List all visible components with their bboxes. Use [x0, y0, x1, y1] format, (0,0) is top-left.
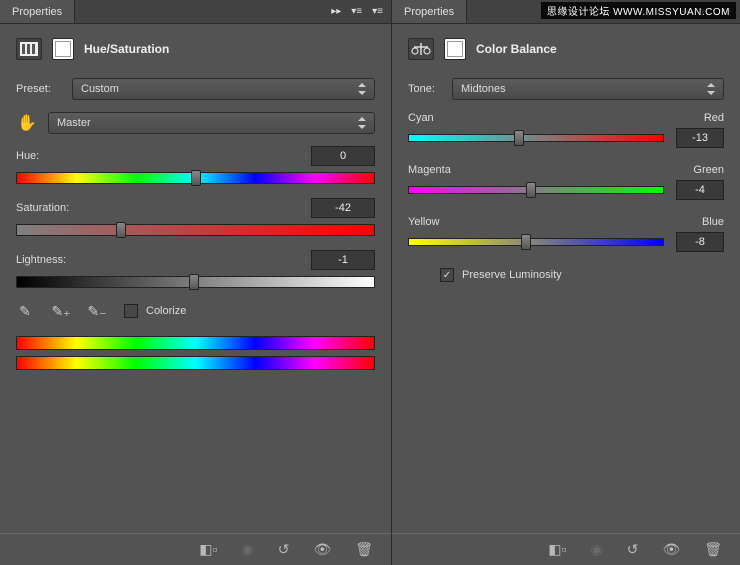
panel-title: Hue/Saturation	[84, 42, 169, 56]
cyan-red-value-input[interactable]: -13	[676, 128, 724, 148]
panel-menu-icon[interactable]: ▾≡	[372, 6, 383, 17]
panel-footer: ◧▫ ◉ ↺ 👁 🗑	[392, 533, 740, 565]
panel-title-row: Hue/Saturation	[0, 24, 391, 70]
eyedropper-add-icon[interactable]: ✎₊	[52, 302, 70, 320]
panel-title: Color Balance	[476, 42, 557, 56]
view-previous-icon: ◉	[241, 541, 253, 558]
lightness-slider-thumb[interactable]	[189, 274, 199, 290]
reset-icon[interactable]: ↺	[627, 541, 639, 558]
trash-icon[interactable]: 🗑	[704, 541, 722, 558]
preserve-luminosity-checkbox[interactable]: ✓ Preserve Luminosity	[440, 268, 724, 282]
stack-icon[interactable]: ▾≡	[351, 6, 362, 17]
magenta-label: Magenta	[408, 164, 451, 176]
tone-value: Midtones	[461, 83, 506, 95]
saturation-slider[interactable]	[16, 224, 375, 236]
tab-bar: Properties ▸▸ ▾≡ ▾≡	[0, 0, 391, 24]
hue-value-input[interactable]: 0	[311, 146, 375, 166]
yellow-blue-value-input[interactable]: -8	[676, 232, 724, 252]
clip-to-layer-icon[interactable]: ◧▫	[548, 541, 566, 558]
eyedropper-subtract-icon[interactable]: ✎₋	[88, 302, 106, 320]
panel-body: Tone: Midtones Cyan Red -13 Magenta Gree…	[392, 70, 740, 565]
preserve-luminosity-box: ✓	[440, 268, 454, 282]
view-previous-icon: ◉	[590, 541, 602, 558]
targeted-adjustment-icon[interactable]: ✋	[16, 112, 38, 134]
colorize-checkbox-box	[124, 304, 138, 318]
preserve-luminosity-label: Preserve Luminosity	[462, 269, 562, 281]
hue-slider-block: Hue: 0	[16, 146, 375, 184]
layer-mask-icon[interactable]	[444, 38, 466, 60]
hue-slider[interactable]	[16, 172, 375, 184]
eyedropper-row: ✎ ✎₊ ✎₋ Colorize	[16, 302, 375, 320]
cyan-label: Cyan	[408, 112, 434, 124]
magenta-green-slider[interactable]	[408, 186, 664, 194]
preset-label: Preset:	[16, 83, 72, 95]
saturation-slider-block: Saturation: -42	[16, 198, 375, 236]
cyan-red-slider[interactable]	[408, 134, 664, 142]
saturation-slider-thumb[interactable]	[116, 222, 126, 238]
color-balance-panel: 思缘设计论坛 WWW.MISSYUAN.COM Properties ▸▸ ▾≡…	[392, 0, 740, 565]
hue-saturation-panel: Properties ▸▸ ▾≡ ▾≡ Hue/Saturation Prese…	[0, 0, 392, 565]
channel-dropdown[interactable]: Master	[48, 112, 375, 134]
yellow-blue-row: Yellow Blue -8	[408, 216, 724, 252]
yellow-label: Yellow	[408, 216, 439, 228]
panel-footer: ◧▫ ◉ ↺ 👁 🗑	[0, 533, 391, 565]
hue-slider-thumb[interactable]	[191, 170, 201, 186]
magenta-green-row: Magenta Green -4	[408, 164, 724, 200]
preset-dropdown[interactable]: Custom	[72, 78, 375, 100]
watermark: 思缘设计论坛 WWW.MISSYUAN.COM	[541, 2, 736, 19]
lightness-slider-block: Lightness: -1	[16, 250, 375, 288]
clip-to-layer-icon[interactable]: ◧▫	[199, 541, 217, 558]
eyedropper-icon[interactable]: ✎	[16, 302, 34, 320]
tone-row: Tone: Midtones	[408, 78, 724, 100]
saturation-label: Saturation:	[16, 202, 69, 214]
magenta-green-value-input[interactable]: -4	[676, 180, 724, 200]
tone-dropdown[interactable]: Midtones	[452, 78, 724, 100]
magenta-green-thumb[interactable]	[526, 182, 536, 198]
blue-label: Blue	[702, 216, 724, 228]
green-label: Green	[693, 164, 724, 176]
hue-saturation-icon	[16, 38, 42, 60]
spectrum-top	[16, 336, 375, 350]
lightness-slider[interactable]	[16, 276, 375, 288]
visibility-icon[interactable]: 👁	[313, 541, 331, 558]
red-label: Red	[704, 112, 724, 124]
layer-mask-icon[interactable]	[52, 38, 74, 60]
channel-row: ✋ Master	[16, 112, 375, 134]
reset-icon[interactable]: ↺	[278, 541, 290, 558]
colorize-checkbox[interactable]: Colorize	[124, 304, 186, 318]
panel-body: Preset: Custom ✋ Master Hue: 0 Saturatio…	[0, 70, 391, 565]
yellow-blue-slider[interactable]	[408, 238, 664, 246]
panel-title-row: Color Balance	[392, 24, 740, 70]
tab-properties[interactable]: Properties	[0, 0, 75, 23]
colorize-label: Colorize	[146, 305, 186, 317]
saturation-value-input[interactable]: -42	[311, 198, 375, 218]
visibility-icon[interactable]: 👁	[662, 541, 680, 558]
collapse-icon[interactable]: ▸▸	[331, 6, 341, 17]
color-balance-icon	[408, 38, 434, 60]
channel-value: Master	[57, 117, 91, 129]
preset-value: Custom	[81, 83, 119, 95]
preset-row: Preset: Custom	[16, 78, 375, 100]
trash-icon[interactable]: 🗑	[355, 541, 373, 558]
spectrum-bottom	[16, 356, 375, 370]
cyan-red-row: Cyan Red -13	[408, 112, 724, 148]
yellow-blue-thumb[interactable]	[521, 234, 531, 250]
cyan-red-thumb[interactable]	[514, 130, 524, 146]
tab-properties[interactable]: Properties	[392, 0, 467, 23]
tabbar-controls: ▸▸ ▾≡ ▾≡	[331, 0, 391, 23]
hue-label: Hue:	[16, 150, 39, 162]
tone-label: Tone:	[408, 83, 452, 95]
lightness-value-input[interactable]: -1	[311, 250, 375, 270]
lightness-label: Lightness:	[16, 254, 66, 266]
